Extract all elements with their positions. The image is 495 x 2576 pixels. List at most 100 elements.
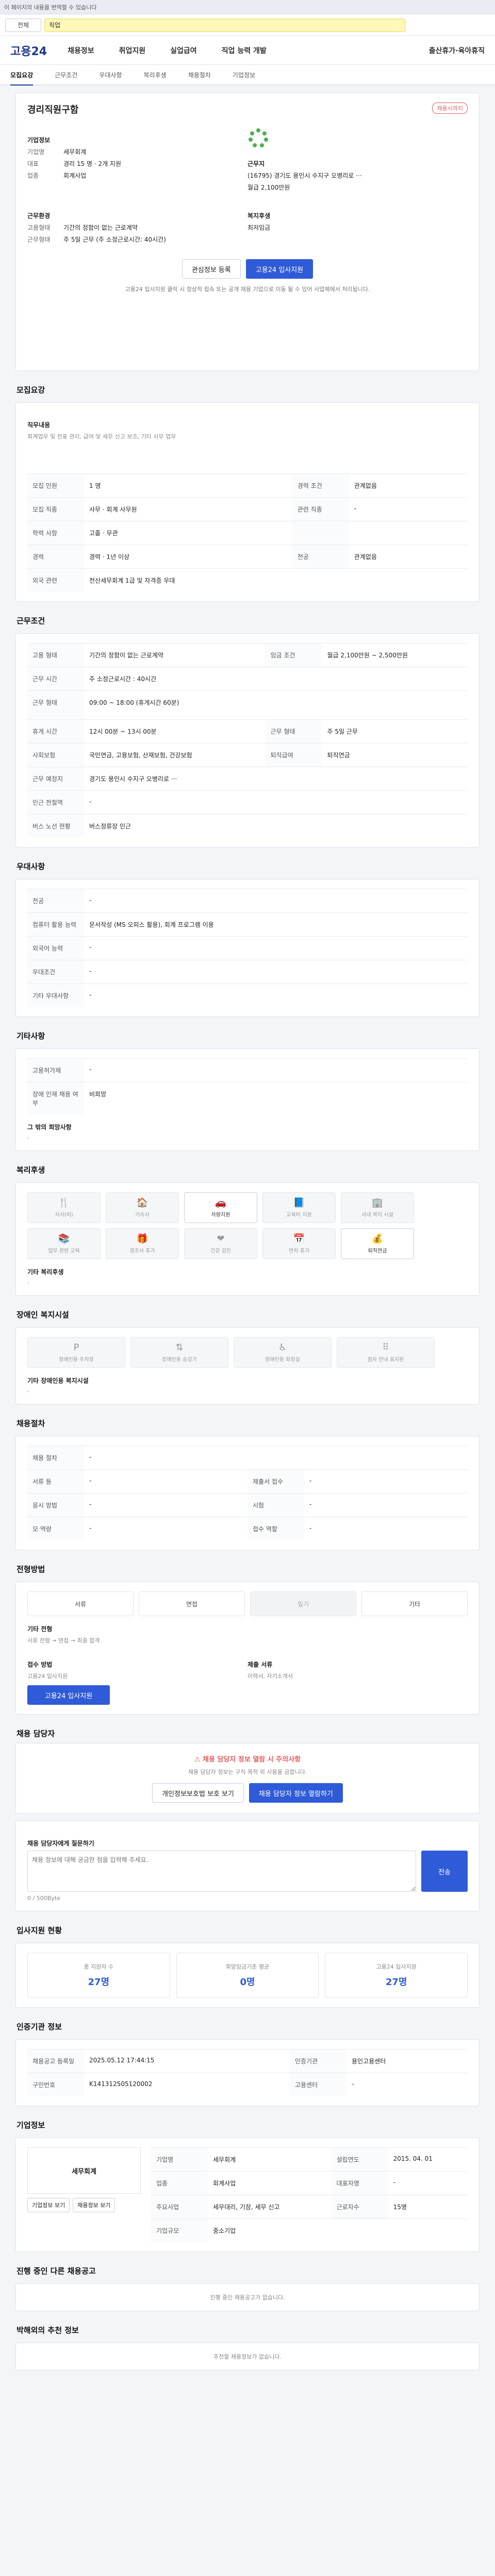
parking-icon: P: [73, 1342, 79, 1353]
row-key: 외국 관련: [27, 568, 84, 592]
row-key: 주요사업: [151, 2195, 208, 2219]
row-key: 시험: [248, 1493, 304, 1517]
stat-value: 27명: [385, 1977, 407, 1988]
translate-bar-text: 이 페이지의 내용을 번역할 수 있습니다: [4, 4, 97, 11]
row-value: 09:00 ~ 18:00 (휴게시간 60분): [84, 690, 468, 720]
view-manager-button[interactable]: 채용 담당자 정보 열람하기: [249, 1783, 343, 1803]
welfare-item: 📅 연차 휴가: [262, 1228, 336, 1259]
table-row: 근무 시간 주 소정근로시간 : 40시간: [27, 667, 468, 691]
search-input[interactable]: 직업: [44, 18, 405, 32]
address-value: (16795) 경기도 용인시 수지구 오병리로 ···: [248, 172, 362, 179]
row-value: -: [84, 960, 468, 984]
apply-button[interactable]: 고용24 입사지원: [245, 259, 314, 279]
disabled-item-label: 장애인용 화장실: [265, 1357, 300, 1363]
table-row: 학력 사항 고졸 · 무관: [27, 521, 468, 545]
row-key: 외국어 능력: [27, 936, 84, 960]
tab-recruit[interactable]: 모집요강: [10, 71, 34, 86]
nav-training[interactable]: 직업 능력 개발: [222, 45, 267, 56]
table-row: 구인번호 K141312505120002 고용센터 -: [27, 2073, 468, 2096]
row-key: 기업규모: [151, 2218, 208, 2242]
work-card: 고용 형태 기간의 정함이 없는 근로계약 임금 조건 월급 2,100만원 ~ 2,…: [15, 633, 480, 848]
nav-support[interactable]: 취업지원: [119, 45, 146, 56]
row-value: 경력 · 1년 이상: [84, 545, 292, 569]
disabled-extra: -: [27, 1388, 29, 1395]
recruit-card: 직무내용 회계업무 및 전표 관리, 급여 및 세무 신고 보조, 기타 사무 …: [15, 402, 480, 602]
search-scope-select[interactable]: 전체: [5, 18, 41, 32]
row-key: 응시 방법: [27, 1493, 84, 1517]
table-row: 채용공고 등록일 2025.05.12 17:44:15 인증기관 용인고용센터: [27, 2049, 468, 2073]
row-value: 12시 00분 ~ 13시 00분: [84, 719, 266, 743]
row-key: 설립연도: [331, 2147, 388, 2172]
welfare-icon: 📅: [293, 1233, 305, 1244]
row-key: 업종: [151, 2171, 208, 2195]
interest-button[interactable]: 관심정보 등록: [182, 259, 241, 279]
stat-total: 총 지원자 수 27명: [27, 1953, 170, 1998]
disabled-extra-heading: 기타 장애인용 복지시설: [27, 1377, 89, 1384]
work-table: 고용 형태 기간의 정함이 없는 근로계약 임금 조건 월급 2,100만원 ~ 2,…: [27, 643, 468, 838]
stat-label: 고용24 입사지원: [376, 1963, 417, 1970]
tab-process[interactable]: 채용절차: [188, 71, 211, 79]
apply-submit-button[interactable]: 고용24 입사지원: [27, 1685, 110, 1705]
welfare-icon: 🚗: [214, 1197, 227, 1208]
table-row: 응시 방법 - 시험 -: [27, 1493, 468, 1517]
row-value: K141312505120002: [84, 2073, 290, 2096]
table-row: 고용허가제 -: [27, 1058, 468, 1082]
tab-welfare[interactable]: 복리후생: [144, 71, 167, 79]
etc-card: 고용허가제 - 장애 인재 채용 여부 비희망 그 밖의 희망사항 -: [15, 1048, 480, 1151]
row-key: 고용허가제: [27, 1058, 84, 1082]
section-company-title: 기업정보: [16, 2121, 45, 2130]
table-row: 모 역량 - 접수 역할 -: [27, 1517, 468, 1540]
company-value: 경리 15 명 · 2개 지원: [63, 160, 122, 167]
row-key: 근무 형태: [265, 719, 322, 743]
condition-key: 근무형태: [27, 236, 51, 243]
welfare-item-label: 연차 휴가: [289, 1248, 309, 1254]
inquiry-send-button[interactable]: 전송: [421, 1851, 468, 1892]
auth-table: 채용공고 등록일 2025.05.12 17:44:15 인증기관 용인고용센터 구인…: [27, 2049, 468, 2096]
row-key: 인근 전철역: [27, 790, 84, 815]
table-row: 기타 우대사항 -: [27, 984, 468, 1007]
row-key: 학력 사항: [27, 521, 84, 545]
section-auth-title: 인증기관 정보: [16, 2022, 62, 2031]
company-name: 세무회계: [72, 2167, 96, 2176]
tab-work[interactable]: 근무조건: [55, 71, 77, 79]
tab-prefer[interactable]: 우대사항: [99, 71, 122, 79]
tab-company[interactable]: 기업정보: [233, 71, 255, 79]
row-key: 채용공고 등록일: [27, 2049, 84, 2073]
global-nav: 고용24 채용정보 취업지원 실업급여 직업 능력 개발 출산휴가·육아휴직: [0, 36, 495, 65]
company-info-button[interactable]: 기업정보 보기: [27, 2198, 70, 2212]
section-recommend-title: 박해외의 추천 정보: [16, 2326, 79, 2335]
table-row: 근무 형태 09:00 ~ 18:00 (휴게시간 60분): [27, 690, 468, 720]
row-key: 서류 등: [27, 1469, 84, 1494]
apply-doc: 이력서, 자기소개서: [248, 1673, 293, 1680]
table-row: 사회보험 국민연금, 고용보험, 산재보험, 건강보험 퇴직급여 퇴직연금: [27, 743, 468, 767]
job-title: 경리직원구함: [27, 105, 79, 115]
welfare-icon: 📘: [293, 1197, 305, 1208]
table-row: 근무 예정지 경기도 용인시 수지구 오병리로 ···: [27, 767, 468, 791]
company-key: 업종: [27, 172, 39, 179]
row-value: -: [84, 1517, 248, 1540]
company-key: 대표: [27, 160, 39, 167]
row-key: 근무 예정지: [27, 767, 84, 791]
row-key: 채용 절차: [27, 1446, 84, 1470]
pill-document: 서류: [27, 1591, 134, 1616]
pay-heading: 복지후생: [248, 212, 271, 219]
site-logo[interactable]: 고용24: [10, 42, 47, 59]
table-row: 기업규모 중소기업: [151, 2218, 468, 2242]
stat-label: 희망임금기준 평균: [225, 1963, 270, 1970]
table-row: 장애 인재 채용 여부 비희망: [27, 1082, 468, 1114]
nav-benefit[interactable]: 실업급여: [170, 45, 197, 56]
row-value: -: [304, 1469, 468, 1494]
privacy-button[interactable]: 개인정보보호법 보호 보기: [152, 1783, 244, 1803]
stat-label: 총 지원자 수: [84, 1963, 114, 1970]
company-jobs-button[interactable]: 채용정보 보기: [73, 2198, 116, 2212]
inquiry-textarea[interactable]: [27, 1851, 416, 1892]
row-value: 월급 2,100만원 ~ 2,500만원: [322, 643, 468, 667]
row-key: 구인번호: [27, 2073, 84, 2096]
row-value: -: [84, 936, 468, 960]
row-key: [292, 521, 349, 545]
nav-leave[interactable]: 출산휴가·육아휴직: [429, 45, 485, 56]
welfare-item: 💰 퇴직연금: [341, 1228, 414, 1259]
recommend-empty: 추천할 채용정보가 없습니다.: [213, 2353, 282, 2360]
nav-jobs[interactable]: 채용정보: [68, 45, 94, 56]
duty-heading: 직무내용: [27, 421, 51, 429]
